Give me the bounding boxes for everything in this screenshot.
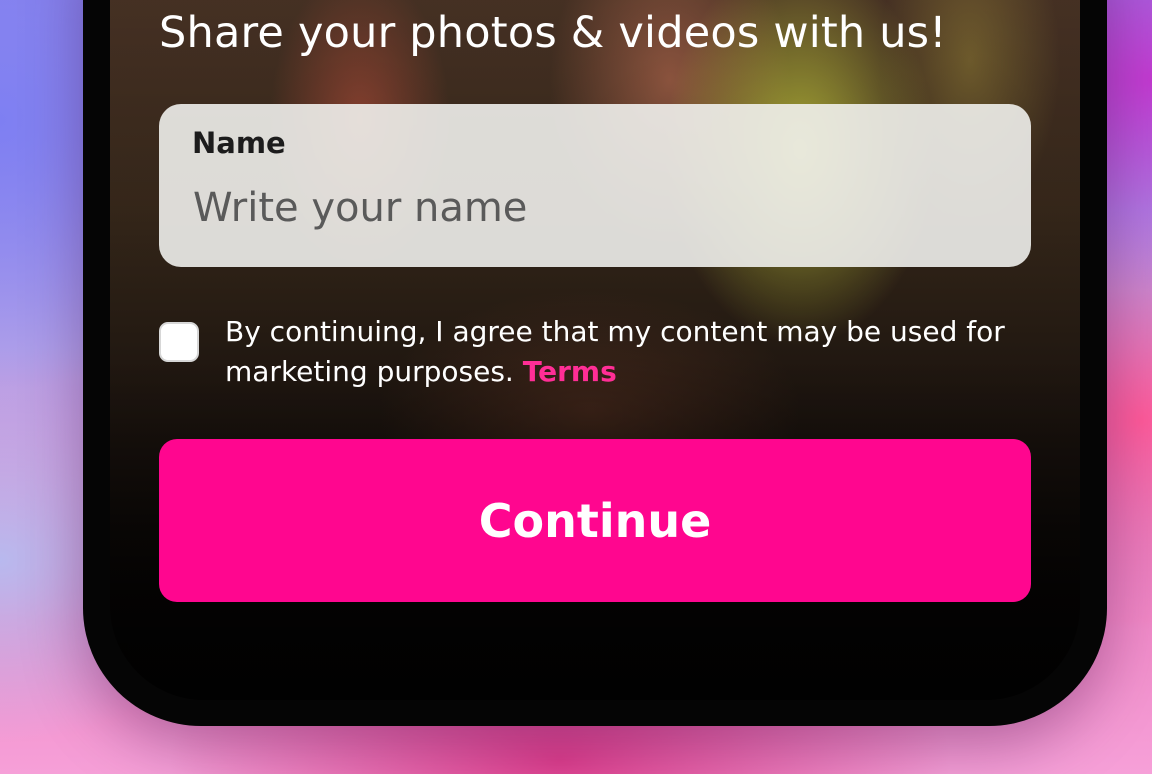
consent-checkbox[interactable] xyxy=(159,322,199,362)
consent-statement: By continuing, I agree that my content m… xyxy=(225,312,1025,392)
phone-screen: Share your photos & videos with us! Name… xyxy=(110,0,1080,700)
name-field[interactable]: Name xyxy=(159,104,1031,267)
continue-button[interactable]: Continue xyxy=(159,439,1031,602)
name-label: Name xyxy=(192,126,286,160)
page-title: Share your photos & videos with us! xyxy=(159,8,947,58)
name-input[interactable] xyxy=(189,178,997,238)
terms-link[interactable]: Terms xyxy=(523,355,617,388)
consent-row: By continuing, I agree that my content m… xyxy=(159,315,1031,396)
